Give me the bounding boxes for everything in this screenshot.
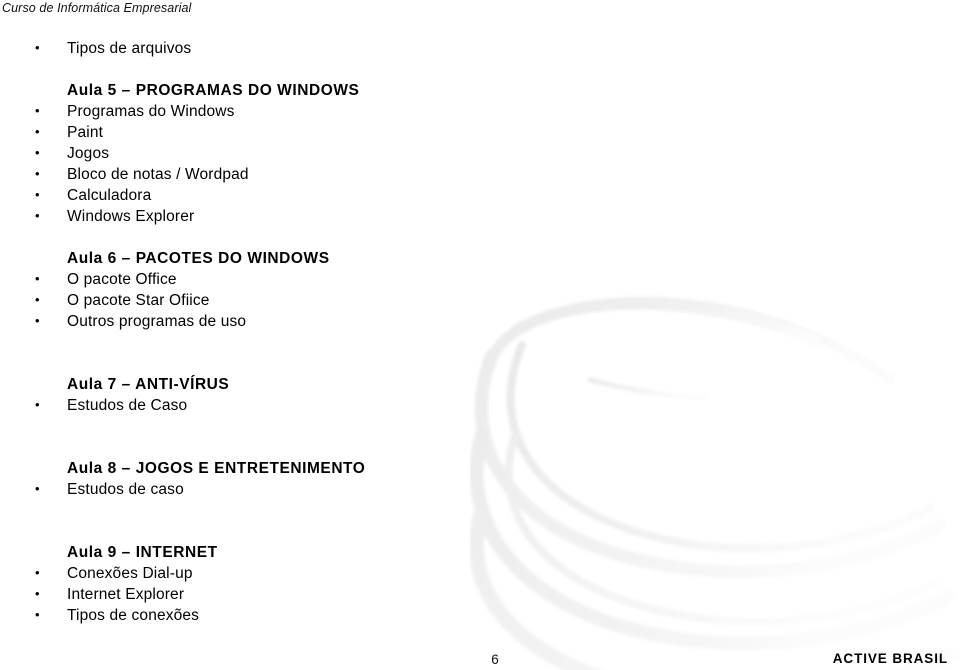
- brand-footer: ACTIVE BRASIL: [832, 651, 948, 666]
- bullet-icon: •: [35, 481, 40, 496]
- outline-heading: Aula 6 – PACOTES DO WINDOWS: [0, 248, 520, 269]
- outline-list-item: • Tipos de arquivos: [0, 38, 520, 59]
- outline-list-item: • Calculadora: [0, 185, 520, 206]
- bullet-icon: •: [35, 565, 40, 580]
- outline-spacer: [0, 227, 520, 248]
- outline-list-item: • Programas do Windows: [0, 101, 520, 122]
- outline-item-label: Programas do Windows: [67, 103, 235, 120]
- outline-list-item: • Jogos: [0, 143, 520, 164]
- bullet-icon: •: [35, 166, 40, 181]
- outline-list-item: • Estudos de caso: [0, 479, 520, 500]
- outline-item-label: Bloco de notas / Wordpad: [67, 166, 249, 183]
- outline-item-label: Conexões Dial-up: [67, 565, 193, 582]
- running-header: Curso de Informática Empresarial: [2, 1, 192, 15]
- outline-spacer: [0, 500, 520, 521]
- outline-spacer: [0, 626, 520, 647]
- outline-heading: Aula 5 – PROGRAMAS DO WINDOWS: [0, 80, 520, 101]
- bullet-icon: •: [35, 40, 40, 55]
- outline-list-item: • Paint: [0, 122, 520, 143]
- outline-spacer: [0, 59, 520, 80]
- outline-item-label: Tipos de conexões: [67, 607, 200, 624]
- outline-list-item: • Internet Explorer: [0, 584, 520, 605]
- bullet-icon: •: [35, 586, 40, 601]
- outline-spacer: [0, 353, 520, 374]
- outline-item-label: Tipos de arquivos: [67, 40, 192, 57]
- outline-list-item: • O pacote Star Ofiice: [0, 290, 520, 311]
- bullet-icon: •: [35, 292, 40, 307]
- outline-heading-label: Aula 7 – ANTI-VÍRUS: [67, 376, 230, 393]
- outline-item-label: Paint: [67, 124, 104, 141]
- outline-spacer: [0, 332, 520, 353]
- bullet-icon: •: [35, 607, 40, 622]
- outline-spacer: [0, 416, 520, 437]
- outline-list-item: • Bloco de notas / Wordpad: [0, 164, 520, 185]
- outline-heading: Aula 9 – INTERNET: [0, 542, 520, 563]
- bullet-icon: •: [35, 271, 40, 286]
- outline-item-label: Internet Explorer: [67, 586, 185, 603]
- outline-list-item: • Estudos de Caso: [0, 395, 520, 416]
- outline-heading: Aula 7 – ANTI-VÍRUS: [0, 374, 520, 395]
- outline-spacer: [0, 437, 520, 458]
- outline-item-label: Outros programas de uso: [67, 313, 247, 330]
- page-number: 6: [491, 652, 499, 667]
- outline-item-label: O pacote Star Ofiice: [67, 292, 210, 309]
- outline-heading-label: Aula 5 – PROGRAMAS DO WINDOWS: [67, 82, 360, 99]
- bullet-icon: •: [35, 313, 40, 328]
- bullet-icon: •: [35, 103, 40, 118]
- outline-list-item: • Outros programas de uso: [0, 311, 520, 332]
- document-page: Curso de Informática Empresarial • Tipos …: [0, 0, 960, 670]
- outline-item-label: Estudos de caso: [67, 481, 184, 498]
- course-outline-list: • Tipos de arquivos Aula 5 – PROGRAMAS DO …: [0, 38, 520, 670]
- outline-spacer: [0, 647, 520, 668]
- bullet-icon: •: [35, 397, 40, 412]
- outline-item-label: Jogos: [67, 145, 110, 162]
- bullet-icon: •: [35, 145, 40, 160]
- outline-list-item: • O pacote Office: [0, 269, 520, 290]
- bullet-icon: •: [35, 208, 40, 223]
- outline-item-label: O pacote Office: [67, 271, 177, 288]
- outline-list-item: • Conexões Dial-up: [0, 563, 520, 584]
- outline-heading-label: Aula 6 – PACOTES DO WINDOWS: [67, 250, 330, 267]
- bullet-icon: •: [35, 187, 40, 202]
- outline-spacer: [0, 521, 520, 542]
- outline-list-item: • Tipos de conexões: [0, 605, 520, 626]
- outline-item-label: Estudos de Caso: [67, 397, 188, 414]
- outline-item-label: Windows Explorer: [67, 208, 195, 225]
- outline-heading-label: Aula 9 – INTERNET: [67, 544, 218, 561]
- outline-heading: Aula 8 – JOGOS E ENTRETENIMENTO: [0, 458, 520, 479]
- bullet-icon: •: [35, 124, 40, 139]
- outline-list-item: • Windows Explorer: [0, 206, 520, 227]
- outline-item-label: Calculadora: [67, 187, 152, 204]
- outline-heading-label: Aula 8 – JOGOS E ENTRETENIMENTO: [67, 460, 366, 477]
- swoosh-watermark-graphic: [468, 285, 960, 670]
